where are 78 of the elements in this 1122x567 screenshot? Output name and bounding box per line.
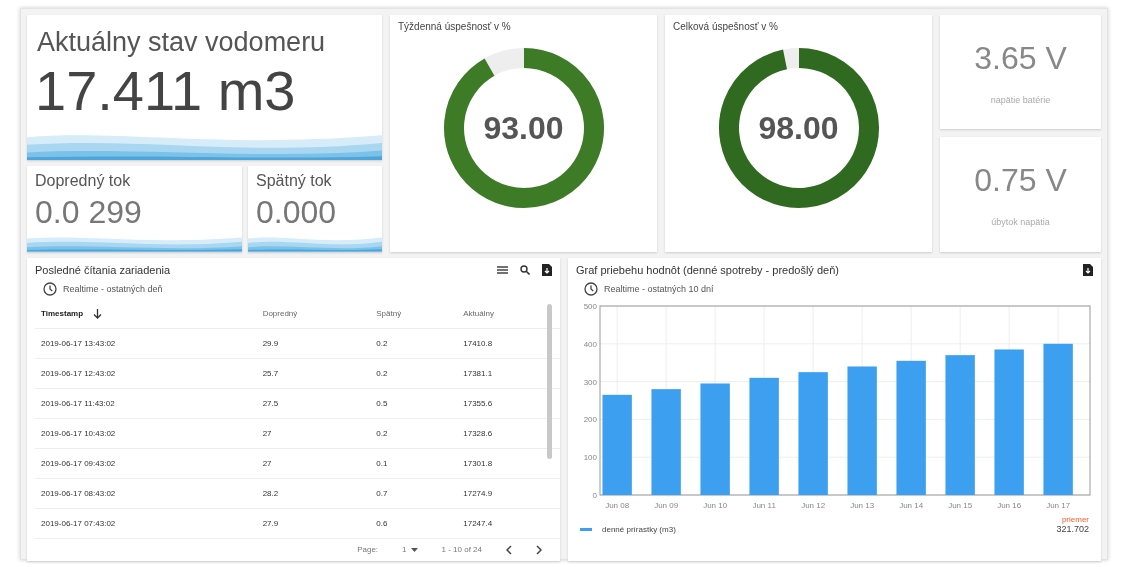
flow-value: 0.0 299 (35, 194, 143, 230)
x-tick-label: Jun 16 (997, 500, 1022, 510)
x-tick-label: Jun 15 (948, 500, 973, 510)
flow-value: 0.000 (256, 194, 338, 230)
chevron-right-icon[interactable] (536, 544, 542, 555)
table-cell: 2019-06-17 13:43:02 (35, 328, 257, 358)
y-tick-label: 200 (583, 414, 597, 424)
table-cell: 0.2 (370, 358, 458, 388)
file-download-icon[interactable] (542, 263, 552, 276)
table-cell: 28.2 (256, 478, 371, 508)
y-tick-label: 100 (583, 452, 597, 462)
panel-title: Posledné čítania zariadenia (35, 263, 171, 276)
list-icon[interactable] (497, 265, 508, 274)
legend-label: denné prírastky (m3) (602, 524, 676, 534)
table-cell: 17274.9 (457, 478, 560, 508)
table-cell: 0.6 (370, 508, 458, 538)
panel-title: Graf priebehu hodnôt (denné spotreby - predošlý deň) (576, 263, 839, 276)
flow-label: Spätný tok (256, 172, 333, 190)
average-label: priemer (1061, 514, 1089, 524)
table-cell: 2019-06-17 07:43:02 (35, 508, 257, 538)
table-cell: 27.5 (256, 388, 371, 418)
search-icon[interactable] (520, 264, 530, 275)
x-tick-label: Jun 09 (654, 500, 679, 510)
table-cell: 25.7 (256, 358, 371, 388)
page-select[interactable]: 1 (402, 545, 418, 554)
average-value: 321.702 (1056, 523, 1089, 534)
caret-down-icon (410, 547, 418, 552)
gauge-title: Týždenná úspešnosť v % (398, 21, 511, 32)
x-tick-label: Jun 14 (899, 500, 924, 510)
sort-down-icon (93, 308, 103, 319)
x-tick-label: Jun 12 (801, 500, 826, 510)
gauge-value: 93.00 (483, 109, 564, 147)
table-cell: 2019-06-17 11:43:02 (35, 388, 257, 418)
column-header[interactable]: Spätný (370, 299, 458, 328)
scrollbar-thumb[interactable] (547, 303, 552, 459)
gauge-value: 98.00 (758, 109, 839, 147)
clock-icon (43, 281, 57, 296)
stat-value: 3.65 V (974, 39, 1067, 77)
gauge-title: Celková úspešnosť v % (673, 21, 778, 32)
table-cell: 27.9 (256, 508, 371, 538)
file-download-icon[interactable] (1083, 263, 1093, 276)
x-tick-label: Jun 11 (752, 500, 776, 510)
meter-value: 17.411 m3 (35, 60, 297, 122)
meter-title: Aktuálny stav vodomeru (37, 27, 327, 58)
clock-icon (584, 281, 598, 296)
table-cell: 17247.4 (457, 508, 560, 538)
x-tick-label: Jun 13 (850, 500, 875, 510)
table-cell: 0.1 (370, 448, 458, 478)
table-cell: 0.7 (370, 478, 458, 508)
table-cell: 2019-06-17 12:43:02 (35, 358, 257, 388)
stat-value: 0.75 V (974, 161, 1067, 199)
page-label: Page: (357, 545, 379, 554)
x-tick-label: Jun 08 (605, 500, 630, 510)
table-cell: 0.2 (370, 418, 458, 448)
table-cell: 0.5 (370, 388, 458, 418)
y-tick-label: 300 (583, 377, 597, 387)
time-window-label: Realtime - ostatných 10 dní (604, 283, 714, 294)
x-tick-label: Jun 17 (1046, 500, 1071, 510)
y-tick-label: 400 (583, 339, 597, 349)
stat-label: napätie batérie (990, 94, 1051, 105)
y-tick-label: 0 (592, 490, 597, 500)
table-cell: 27 (256, 448, 371, 478)
chevron-left-icon[interactable] (506, 544, 512, 555)
table-cell: 2019-06-17 09:43:02 (35, 448, 257, 478)
y-tick-label: 500 (583, 301, 597, 311)
column-header[interactable]: Dopredný (256, 299, 371, 328)
flow-label: Dopredný tok (35, 172, 132, 190)
page-range: 1 - 10 of 24 (441, 545, 482, 554)
legend-swatch (580, 527, 592, 531)
table-cell: 29.9 (256, 328, 371, 358)
stat-label: úbytok napätia (991, 216, 1050, 227)
table-cell: 2019-06-17 08:43:02 (35, 478, 257, 508)
table-cell: 2019-06-17 10:43:02 (35, 418, 257, 448)
time-window-label: Realtime - ostatných deň (63, 283, 163, 294)
table-cell: 27 (256, 418, 371, 448)
column-header[interactable]: Timestamp (35, 299, 257, 328)
x-tick-label: Jun 10 (703, 500, 728, 510)
table-cell: 0.2 (370, 328, 458, 358)
